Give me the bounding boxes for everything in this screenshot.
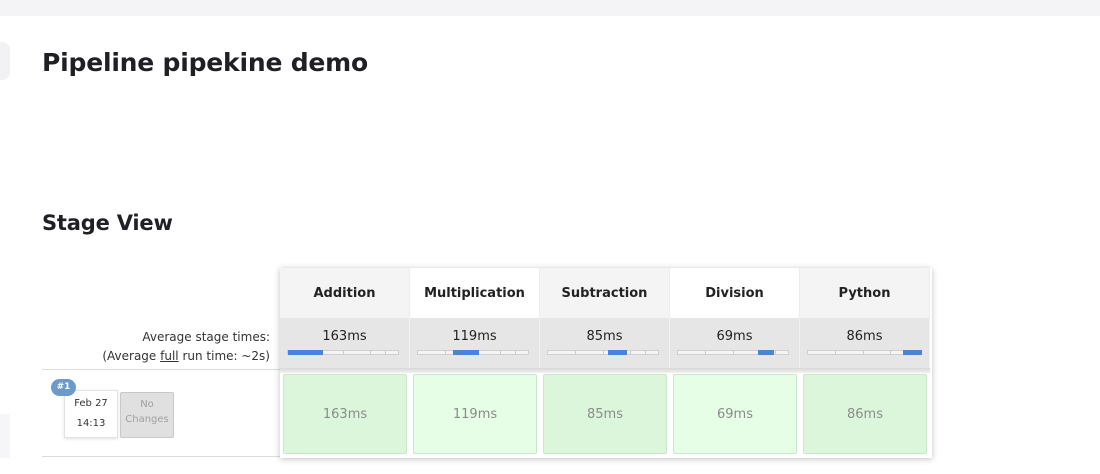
stage-column-python: Python 86ms 86ms	[800, 268, 930, 458]
stage-header[interactable]: Python	[800, 268, 930, 318]
stage-average: 86ms	[800, 318, 930, 368]
stage-column-division: Division 69ms 69ms	[670, 268, 800, 458]
stage-average: 69ms	[670, 318, 800, 368]
stage-average-bar	[547, 350, 659, 355]
stage-average-bar-fill	[903, 350, 922, 355]
sidebar-tab[interactable]	[0, 42, 10, 80]
stage-cell[interactable]: 85ms	[543, 374, 667, 454]
stage-average-bar-fill	[288, 350, 323, 355]
stage-header[interactable]: Subtraction	[540, 268, 670, 318]
stage-average-time: 86ms	[846, 329, 883, 344]
stage-header[interactable]: Addition	[280, 268, 410, 318]
run-time: 14:13	[76, 418, 106, 429]
stage-average-bar	[417, 350, 529, 355]
avg-full-prefix: (Average	[102, 349, 161, 363]
stage-cell[interactable]: 163ms	[283, 374, 407, 454]
divider	[280, 368, 410, 373]
stage-average-bar	[807, 350, 922, 355]
average-stage-times-label: Average stage times:	[142, 330, 270, 344]
stage-column-subtraction: Subtraction 85ms 85ms	[540, 268, 670, 458]
run-number-badge[interactable]: #1	[51, 379, 76, 396]
stage-average-bar	[677, 350, 789, 355]
stage-average-time: 119ms	[452, 329, 497, 344]
page-title: Pipeline pipekine demo	[42, 48, 368, 77]
stage-cell[interactable]: 119ms	[413, 374, 537, 454]
stage-average-bar-fill	[758, 350, 774, 355]
stage-average-bar	[287, 350, 399, 355]
divider	[670, 368, 800, 373]
average-full-run-time: (Average full run time: ~2s)	[42, 347, 270, 366]
divider	[540, 368, 670, 373]
stage-average: 119ms	[410, 318, 540, 368]
stage-average-time: 69ms	[716, 329, 753, 344]
divider	[800, 368, 930, 373]
changes-line1: No	[140, 399, 154, 410]
stage-average-bar-fill	[608, 350, 627, 355]
run-date: Feb 27	[74, 398, 108, 409]
run-row: Feb 27 14:13 #1 No Changes	[42, 369, 280, 457]
average-times-labels: Average stage times: (Average full run t…	[42, 328, 270, 366]
stage-header[interactable]: Division	[670, 268, 800, 318]
stage-cell[interactable]: 69ms	[673, 374, 797, 454]
stage-average: 163ms	[280, 318, 410, 368]
stage-column-addition: Addition 163ms 163ms	[280, 268, 410, 458]
section-title: Stage View	[42, 211, 173, 235]
stage-average: 85ms	[540, 318, 670, 368]
stage-column-multiplication: Multiplication 119ms 119ms	[410, 268, 540, 458]
stage-average-time: 163ms	[322, 329, 367, 344]
no-changes-box[interactable]: No Changes	[120, 392, 174, 438]
sidebar-tab[interactable]	[0, 414, 10, 458]
stage-average-time: 85ms	[586, 329, 623, 344]
avg-full-suffix: run time: ~2s)	[178, 349, 270, 363]
changes-line2: Changes	[125, 414, 169, 425]
stage-view-grid: Addition 163ms 163ms Multiplication 119m…	[280, 268, 932, 458]
divider	[410, 368, 540, 373]
top-bar	[0, 0, 1100, 16]
stage-cell[interactable]: 86ms	[803, 374, 927, 454]
run-date-box[interactable]: Feb 27 14:13	[64, 390, 118, 438]
full-run-link[interactable]: full	[160, 349, 179, 363]
stage-header[interactable]: Multiplication	[410, 268, 540, 318]
stage-average-bar-fill	[453, 350, 479, 355]
